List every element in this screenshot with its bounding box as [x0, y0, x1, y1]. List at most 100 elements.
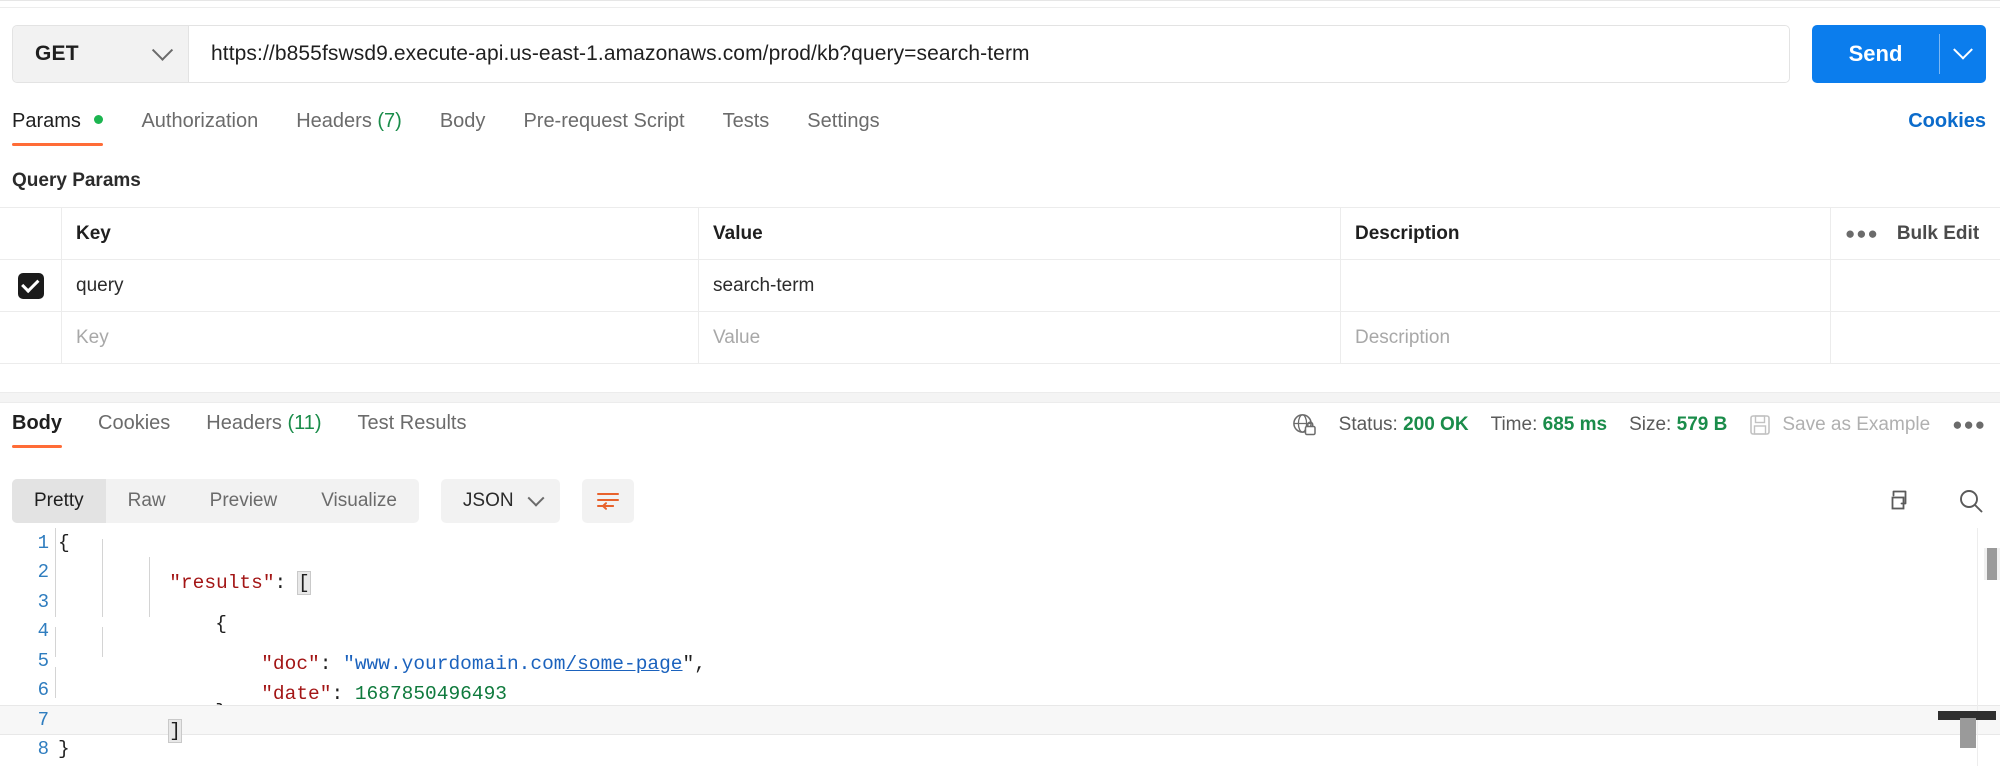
- response-language-label: JSON: [462, 490, 514, 511]
- row-value-input[interactable]: search-term: [699, 260, 1341, 311]
- line-number: 7: [37, 708, 49, 731]
- view-pretty[interactable]: Pretty: [12, 479, 106, 523]
- tab-params[interactable]: Params: [12, 110, 104, 146]
- tab-headers-count: (7): [377, 110, 402, 132]
- chevron-down-icon: [151, 39, 174, 61]
- code-area-right-border: [1977, 528, 1978, 766]
- header-cell-key: Key: [62, 208, 699, 259]
- tab-body-label: Body: [439, 110, 486, 132]
- bulk-edit-button[interactable]: Bulk Edit: [1897, 223, 1979, 245]
- empty-row-value-input[interactable]: Value: [699, 312, 1341, 363]
- response-tab-test-results[interactable]: Test Results: [358, 412, 467, 448]
- view-visualize[interactable]: Visualize: [299, 479, 419, 523]
- save-as-example-label: Save as Example: [1782, 414, 1931, 435]
- tab-pre-request-script[interactable]: Pre-request Script: [523, 110, 684, 146]
- http-method-dropdown[interactable]: GET: [13, 26, 189, 82]
- response-format-toolbar: Pretty Raw Preview Visualize JSON: [12, 477, 1986, 525]
- time-label: Time:: [1490, 414, 1538, 435]
- time-group: Time: 685 ms: [1491, 414, 1608, 436]
- chevron-down-icon: [1953, 39, 1973, 60]
- tab-pre-request-script-label: Pre-request Script: [523, 110, 685, 132]
- line-number: 3: [37, 590, 49, 613]
- response-tab-cookies[interactable]: Cookies: [98, 412, 170, 448]
- response-body-actions: [1884, 486, 1986, 516]
- header-cell-checkbox: [0, 208, 62, 259]
- vertical-scrollbar-thumb[interactable]: [1984, 548, 2000, 580]
- scrollbar-corner-thumb[interactable]: [1960, 718, 1976, 748]
- indent-guide: [149, 586, 150, 617]
- method-url-group: GET https://b855fswsd9.execute-api.us-ea…: [12, 25, 1790, 83]
- window-top-border-secondary: [0, 7, 2000, 8]
- line-number: 8: [37, 738, 49, 761]
- table-row-empty: Key Value Description: [0, 312, 2000, 363]
- size-label: Size:: [1629, 414, 1672, 435]
- response-tab-body-label: Body: [12, 412, 62, 434]
- status-label: Status:: [1338, 414, 1398, 435]
- url-input[interactable]: https://b855fswsd9.execute-api.us-east-1…: [189, 26, 1789, 82]
- search-icon[interactable]: [1956, 486, 1986, 516]
- wrap-lines-button[interactable]: [581, 479, 634, 523]
- response-tab-headers-count: (11): [287, 412, 322, 434]
- empty-row-description-input[interactable]: Description: [1341, 312, 1831, 363]
- header-cell-actions: ●●● Bulk Edit: [1831, 208, 2000, 259]
- send-button[interactable]: Send: [1812, 25, 1939, 83]
- line-number: 1: [37, 531, 49, 554]
- secure-globe-icon: [1291, 412, 1317, 438]
- indent-guide: [102, 557, 103, 588]
- code-text: }: [58, 738, 70, 761]
- tab-tests[interactable]: Tests: [723, 110, 770, 146]
- response-more-options-icon[interactable]: ●●●: [1952, 415, 1986, 435]
- http-method-label: GET: [35, 42, 79, 65]
- query-params-table: Key Value Description ●●● Bulk Edit quer…: [0, 207, 2000, 364]
- save-as-example-button[interactable]: Save as Example: [1749, 414, 1930, 436]
- copy-icon[interactable]: [1884, 486, 1914, 516]
- tab-headers[interactable]: Headers (7): [296, 110, 402, 146]
- view-raw[interactable]: Raw: [106, 479, 188, 523]
- line-number: 6: [37, 679, 49, 702]
- tab-headers-label: Headers: [296, 110, 372, 132]
- row-key-input[interactable]: query: [62, 260, 699, 311]
- code-line: 6 }: [0, 627, 2000, 723]
- cookies-link[interactable]: Cookies: [1908, 110, 1986, 146]
- tab-settings[interactable]: Settings: [807, 110, 879, 146]
- indent-guide: [55, 666, 56, 698]
- response-language-dropdown[interactable]: JSON: [440, 479, 560, 523]
- row-description-input[interactable]: [1341, 260, 1831, 311]
- size-group: Size: 579 B: [1629, 414, 1727, 436]
- response-tab-headers-label: Headers: [206, 412, 282, 434]
- response-body-viewer[interactable]: 1 { 2 "results": [ 3 { 4 "doc": "www.you…: [0, 528, 2000, 766]
- row-enabled-checkbox[interactable]: [17, 272, 44, 299]
- response-tab-body[interactable]: Body: [12, 412, 62, 448]
- response-tab-bar: Body Cookies Headers (11) Test Results S…: [12, 412, 1986, 462]
- tab-body[interactable]: Body: [440, 110, 486, 146]
- table-row: query search-term: [0, 260, 2000, 312]
- tab-authorization[interactable]: Authorization: [141, 110, 258, 146]
- row-checkbox-cell: [0, 260, 62, 311]
- indent-guide: [102, 627, 103, 658]
- tab-settings-label: Settings: [807, 110, 880, 132]
- view-preview[interactable]: Preview: [188, 479, 300, 523]
- vertical-scrollbar[interactable]: [1982, 528, 2000, 766]
- code-line-active: 7 ]: [0, 666, 2000, 743]
- status-group: Status: 200 OK: [1339, 414, 1469, 436]
- tab-authorization-label: Authorization: [141, 110, 259, 132]
- request-response-splitter[interactable]: [0, 392, 2000, 403]
- window-top-border: [0, 0, 2000, 1]
- indent-guide: [55, 586, 56, 617]
- code-line: 8 }: [0, 735, 2000, 765]
- more-options-icon[interactable]: ●●●: [1845, 224, 1879, 244]
- header-cell-value: Value: [699, 208, 1341, 259]
- indent-guide: [55, 557, 56, 588]
- response-tab-headers[interactable]: Headers (11): [206, 412, 321, 448]
- status-value: 200 OK: [1403, 414, 1469, 435]
- response-meta: Status: 200 OK Time: 685 ms Size: 579 B …: [1291, 412, 1986, 448]
- size-value: 579 B: [1676, 414, 1728, 435]
- send-options-dropdown[interactable]: [1940, 25, 1986, 83]
- response-tab-test-results-label: Test Results: [357, 412, 467, 434]
- empty-row-key-input[interactable]: Key: [62, 312, 699, 363]
- table-header-row: Key Value Description ●●● Bulk Edit: [0, 208, 2000, 260]
- response-view-segmented-control: Pretty Raw Preview Visualize: [12, 479, 419, 523]
- save-disk-icon: [1749, 414, 1771, 436]
- time-value: 685 ms: [1542, 414, 1608, 435]
- indent-guide: [149, 557, 150, 588]
